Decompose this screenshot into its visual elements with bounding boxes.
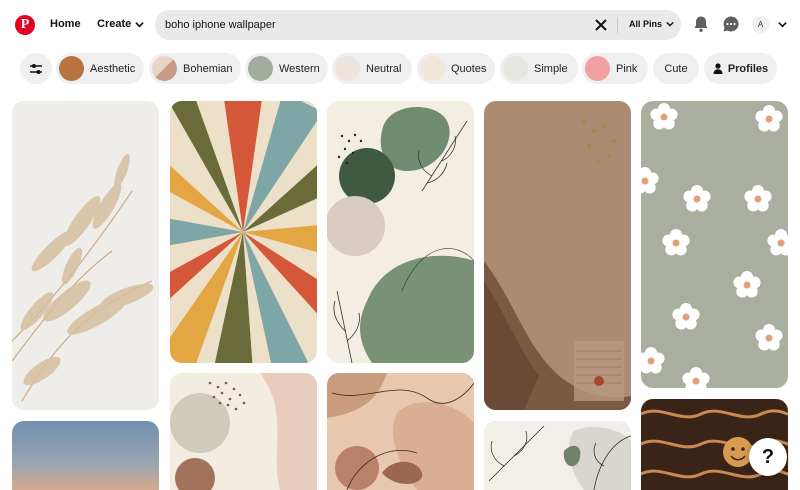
chip-thumbnail — [152, 56, 177, 81]
chip-label: Pink — [616, 62, 638, 75]
avatar[interactable]: A — [752, 16, 769, 33]
pampas-grass-image — [12, 101, 159, 410]
create-label: Create — [97, 18, 132, 30]
dusk-sky-image — [12, 421, 159, 490]
pin-card[interactable] — [170, 101, 317, 363]
filter-chip-simple[interactable]: Simple — [500, 53, 578, 84]
messages-icon[interactable] — [722, 15, 740, 33]
pin-card[interactable] — [484, 421, 631, 490]
chevron-down-icon — [666, 21, 674, 27]
filter-chip-neutral[interactable]: Neutral — [332, 53, 412, 84]
chip-thumbnail — [335, 56, 360, 81]
pin-card[interactable] — [12, 421, 159, 490]
notifications-bell-icon[interactable] — [692, 15, 710, 33]
filter-chip-bohemian[interactable]: Bohemian — [149, 53, 241, 84]
chip-thumbnail — [59, 56, 84, 81]
chevron-down-icon — [135, 21, 144, 27]
filter-chip-western[interactable]: Western — [245, 53, 328, 84]
filter-chip-aesthetic[interactable]: Aesthetic — [56, 53, 144, 84]
chip-thumbnail — [585, 56, 610, 81]
brown-torn-paper-image — [484, 101, 631, 410]
chip-label: Cute — [664, 62, 688, 75]
pin-card[interactable] — [170, 373, 317, 490]
filter-chip-pink[interactable]: Pink — [582, 53, 648, 84]
chip-thumbnail — [503, 56, 528, 81]
person-icon — [713, 63, 723, 74]
pin-card[interactable] — [327, 101, 474, 363]
account-chevron-down-icon[interactable] — [778, 20, 787, 29]
chip-label: Western — [279, 62, 320, 75]
home-link[interactable]: Home — [50, 18, 81, 30]
filter-chip-cute[interactable]: Cute — [653, 53, 699, 84]
chip-label: Quotes — [451, 62, 487, 75]
top-nav-bar: P Home Create All Pins A — [0, 0, 800, 50]
filter-chip-profiles[interactable]: Profiles — [704, 53, 777, 84]
dotted-abstract-image — [170, 373, 317, 490]
search-input[interactable] — [165, 17, 585, 33]
help-button[interactable]: ? — [749, 438, 787, 476]
create-menu-button[interactable]: Create — [97, 18, 144, 30]
chip-thumbnail — [420, 56, 445, 81]
line-leaf-image — [484, 421, 631, 490]
filter-chip-quotes[interactable]: Quotes — [417, 53, 495, 84]
pin-card[interactable] — [641, 101, 788, 388]
pin-card[interactable] — [327, 373, 474, 490]
search-scope-dropdown[interactable]: All Pins — [629, 19, 674, 29]
chip-thumbnail — [248, 56, 273, 81]
chip-label: Neutral — [366, 62, 402, 75]
chip-label: Profiles — [727, 62, 769, 75]
terracotta-blobs-image — [327, 373, 474, 490]
chip-label: Bohemian — [183, 62, 233, 75]
clear-search-icon[interactable] — [594, 18, 608, 32]
chip-label: Aesthetic — [90, 62, 136, 75]
filter-settings-button[interactable] — [20, 53, 52, 84]
pin-card[interactable] — [12, 101, 159, 410]
retro-sunburst-image — [170, 101, 317, 363]
search-scope-label: All Pins — [629, 19, 663, 29]
daisy-pattern-image — [641, 101, 788, 388]
pinterest-logo-icon[interactable]: P — [15, 15, 35, 35]
search-bar: All Pins — [155, 10, 681, 40]
sliders-icon — [30, 63, 42, 74]
chip-label: Simple — [534, 62, 568, 75]
search-divider — [617, 17, 618, 33]
sage-abstract-shapes-image — [327, 101, 474, 363]
pin-card[interactable] — [484, 101, 631, 410]
